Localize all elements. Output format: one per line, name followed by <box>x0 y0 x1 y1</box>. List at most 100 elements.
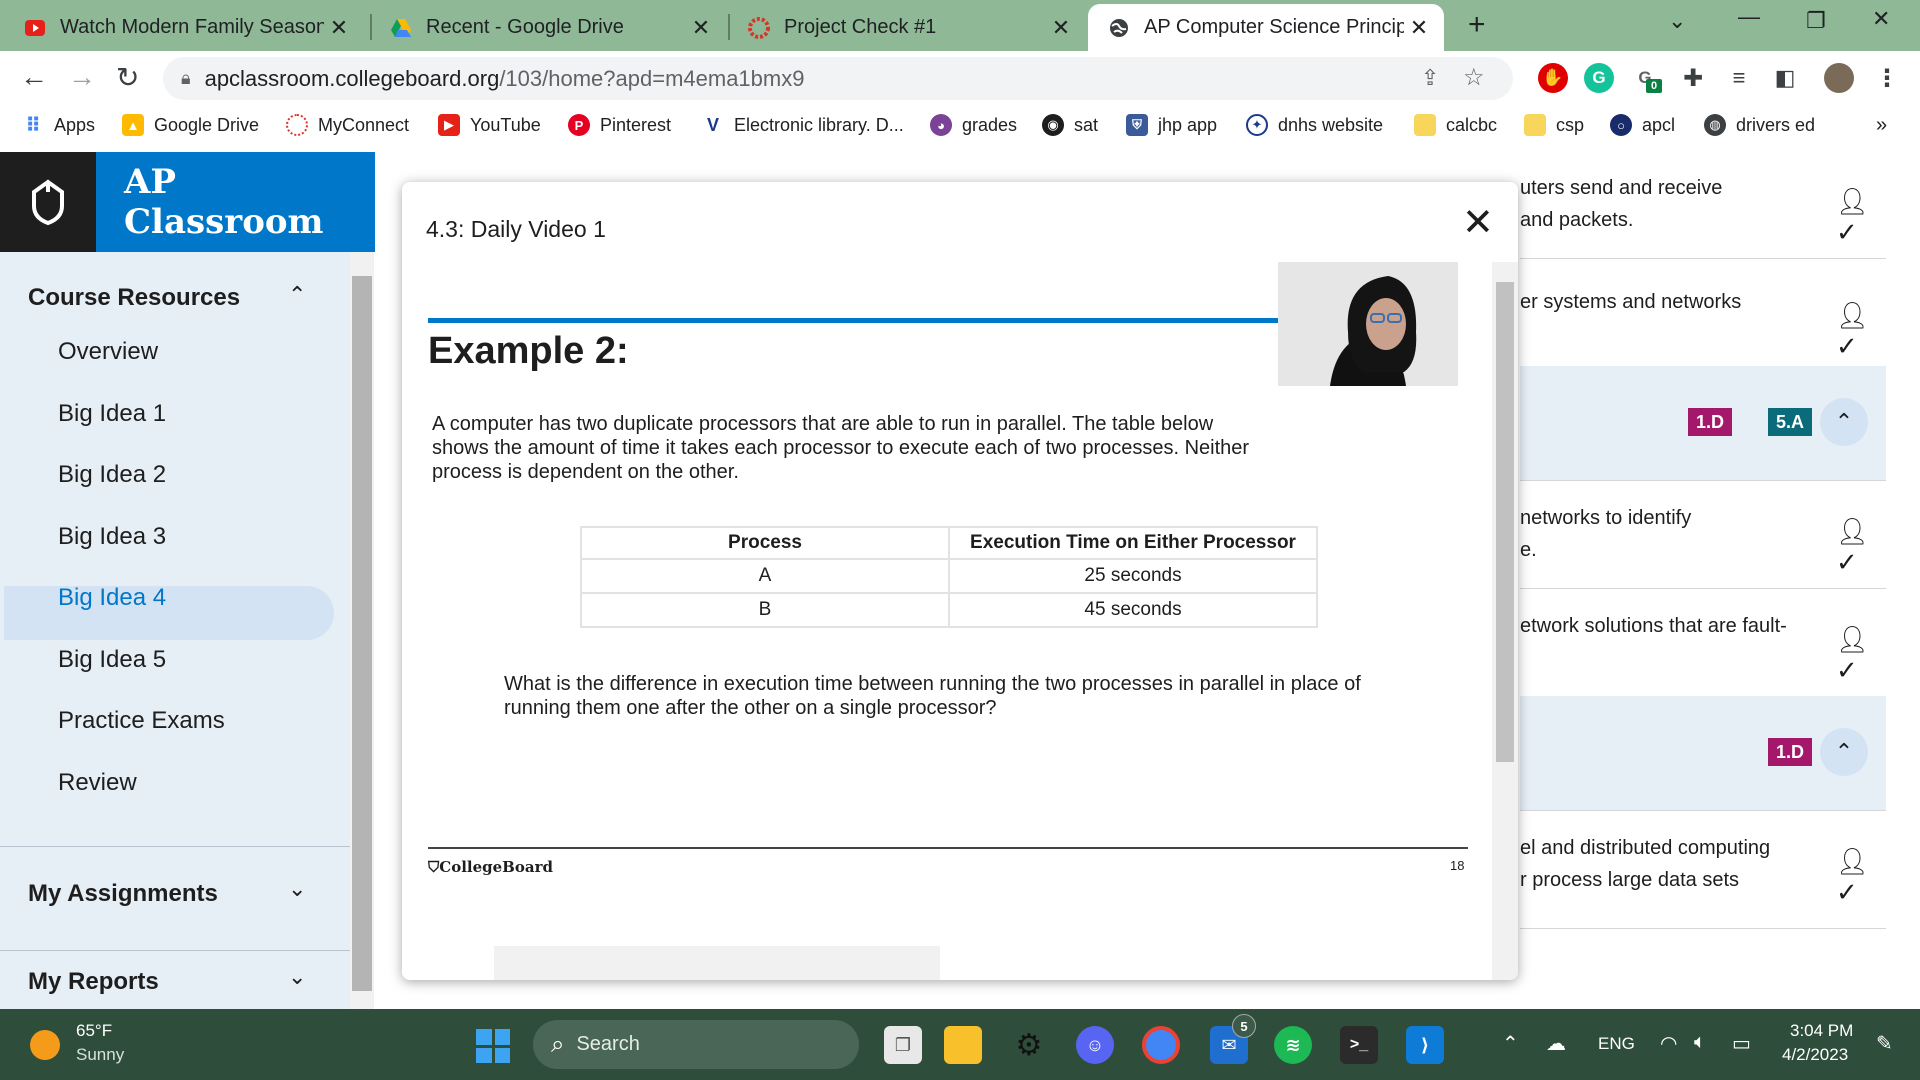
restore-icon[interactable]: ❐ <box>1806 8 1826 34</box>
clock-time[interactable]: 3:04 PM <box>1790 1021 1853 1041</box>
list-item[interactable]: er systems and networks 👤︎✓ <box>1520 258 1886 367</box>
new-tab-button[interactable]: + <box>1468 8 1486 42</box>
sidebar-item-review[interactable]: Review <box>58 769 137 797</box>
adblock-extension-icon[interactable]: ✋ <box>1538 63 1568 93</box>
bookmark-sat[interactable]: ◉ sat <box>1042 114 1098 136</box>
assign-student-icon[interactable]: 👤︎✓ <box>1836 624 1886 686</box>
sidebar-item-big-idea-3[interactable]: Big Idea 3 <box>58 523 166 551</box>
reading-list-icon[interactable]: ≡ <box>1724 63 1754 93</box>
list-item[interactable]: etwork solutions that are fault- 👤︎✓ <box>1520 588 1886 697</box>
assign-student-icon[interactable]: 👤︎✓ <box>1836 300 1886 362</box>
my-reports-heading[interactable]: My Reports <box>28 968 159 996</box>
bookmark-myconnect[interactable]: MyConnect <box>286 114 409 136</box>
bookmark-apps[interactable]: ⠿ Apps <box>22 114 95 137</box>
sidebar-item-practice-exams[interactable]: Practice Exams <box>58 707 225 735</box>
share-icon[interactable]: ⇪ <box>1421 65 1439 91</box>
extension-badge: 0 <box>1646 79 1662 93</box>
google-extension-icon[interactable]: G0 <box>1630 63 1662 93</box>
forward-arrow-icon[interactable]: → <box>68 61 96 93</box>
reload-icon[interactable]: ↻ <box>116 61 139 94</box>
course-resources-heading[interactable]: Course Resources <box>28 284 240 312</box>
bookmark-csp[interactable]: csp <box>1524 114 1584 136</box>
tab-ap-csp[interactable]: AP Computer Science Principles | ✕ <box>1088 4 1444 51</box>
terminal-icon[interactable]: >_ <box>1340 1026 1378 1064</box>
bookmark-jhp-app[interactable]: ⛨ jhp app <box>1126 114 1217 136</box>
more-bookmarks-button[interactable]: » <box>1876 114 1887 137</box>
bookmark-youtube[interactable]: ▶ YouTube <box>438 114 541 136</box>
notification-icon[interactable]: ✎ <box>1876 1031 1893 1056</box>
lock-icon: 🔒︎ <box>181 68 191 88</box>
clock-date[interactable]: 4/2/2023 <box>1782 1045 1848 1065</box>
tab-modern-family[interactable]: Watch Modern Family Season 7 E ✕ <box>4 4 364 51</box>
minimize-icon[interactable]: — <box>1738 4 1760 30</box>
list-item[interactable]: el and distributed computing r process l… <box>1520 810 1886 929</box>
chevron-down-icon[interactable]: ⌄ <box>288 964 306 990</box>
collapse-chevron-icon[interactable]: ⌃ <box>1820 728 1868 776</box>
chevron-up-icon[interactable]: ⌃ <box>288 282 306 308</box>
list-item-header[interactable]: 1.D ⌃ <box>1520 696 1886 811</box>
file-explorer-icon[interactable] <box>944 1026 982 1064</box>
onedrive-cloud-icon[interactable]: ☁ <box>1546 1031 1566 1056</box>
list-item[interactable]: networks to identify e. 👤︎✓ <box>1520 480 1886 589</box>
bookmark-drivers-ed[interactable]: ◍ drivers ed <box>1704 114 1815 136</box>
vscode-icon[interactable]: ⟩ <box>1406 1026 1444 1064</box>
chevron-down-icon[interactable]: ⌄ <box>288 876 306 902</box>
grammarly-extension-icon[interactable]: G <box>1584 63 1614 93</box>
close-icon[interactable]: ✕ <box>1462 204 1494 242</box>
collapse-chevron-icon[interactable]: ⌃ <box>1820 398 1868 446</box>
bookmark-apcl[interactable]: ○ apcl <box>1610 114 1675 136</box>
taskbar-search[interactable]: ⌕ Search <box>533 1020 859 1069</box>
close-tab-icon[interactable]: ✕ <box>324 15 354 41</box>
profile-avatar[interactable] <box>1824 63 1854 93</box>
bookmark-google-drive[interactable]: ▲ Google Drive <box>122 114 259 136</box>
sidebar-item-big-idea-1[interactable]: Big Idea 1 <box>58 400 166 428</box>
tab-project-check[interactable]: Project Check #1 ✕ <box>728 4 1086 51</box>
prev-video-card[interactable] <box>494 946 940 980</box>
chrome-icon[interactable] <box>1142 1026 1180 1064</box>
ap-classroom-logo[interactable]: AP Classroom <box>0 152 375 252</box>
bookmark-electronic-library[interactable]: V Electronic library. D... <box>702 114 904 136</box>
assign-student-icon[interactable]: 👤︎✓ <box>1836 186 1886 248</box>
bookmark-grades[interactable]: ◕ grades <box>930 114 1017 136</box>
battery-icon[interactable]: ▭ <box>1732 1031 1751 1056</box>
assign-student-icon[interactable]: 👤︎✓ <box>1836 516 1886 578</box>
settings-gear-icon[interactable]: ⚙ <box>1010 1026 1048 1064</box>
bookmark-star-icon[interactable]: ☆ <box>1463 63 1485 92</box>
mail-icon[interactable]: ✉ 5 <box>1210 1014 1256 1064</box>
volume-icon[interactable]: 🔈︎ <box>1694 1031 1706 1054</box>
sidebar-item-big-idea-2[interactable]: Big Idea 2 <box>58 461 166 489</box>
weather-temp[interactable]: 65°F <box>76 1021 112 1041</box>
bookmark-calcbc[interactable]: calcbc <box>1414 114 1497 136</box>
spotify-icon[interactable]: ≋ <box>1274 1026 1312 1064</box>
close-tab-icon[interactable]: ✕ <box>686 15 716 41</box>
modal-scrollbar-thumb[interactable] <box>1496 282 1514 762</box>
show-hidden-icons-chevron-icon[interactable]: ⌃ <box>1502 1031 1519 1056</box>
extensions-puzzle-icon[interactable]: ✚ <box>1678 63 1708 93</box>
wifi-icon[interactable]: ◠ <box>1660 1031 1677 1056</box>
bookmark-pinterest[interactable]: P Pinterest <box>568 114 671 136</box>
tab-google-drive[interactable]: Recent - Google Drive ✕ <box>370 4 726 51</box>
chrome-menu-icon[interactable]: ⋮ <box>1872 63 1902 93</box>
discord-icon[interactable]: ☺ <box>1076 1026 1114 1064</box>
task-view-icon[interactable]: ❐ <box>884 1026 922 1064</box>
assign-student-icon[interactable]: 👤︎✓ <box>1836 846 1886 908</box>
side-panel-icon[interactable]: ◧ <box>1770 63 1800 93</box>
tab-search-chevron-icon[interactable]: ⌄ <box>1668 8 1686 34</box>
close-tab-icon[interactable]: ✕ <box>1046 15 1076 41</box>
sidebar-item-big-idea-5[interactable]: Big Idea 5 <box>58 646 166 674</box>
sidebar-item-overview[interactable]: Overview <box>58 338 158 366</box>
video-player[interactable]: Example 2: A computer has two duplicate … <box>402 262 1492 980</box>
list-item-header[interactable]: 1.D 5.A ⌃ <box>1520 366 1886 481</box>
windows-start-icon[interactable] <box>476 1029 510 1063</box>
close-tab-icon[interactable]: ✕ <box>1404 15 1434 41</box>
weather-desc[interactable]: Sunny <box>76 1045 124 1065</box>
sidebar-item-big-idea-4[interactable]: Big Idea 4 <box>58 584 166 612</box>
list-item[interactable]: uters send and receive and packets. 👤︎✓ <box>1520 152 1886 259</box>
bookmark-dnhs-website[interactable]: ✦ dnhs website <box>1246 114 1383 136</box>
address-bar[interactable]: 🔒︎ apclassroom.collegeboard.org/103/home… <box>163 57 1513 100</box>
language-indicator[interactable]: ENG <box>1598 1034 1635 1054</box>
my-assignments-heading[interactable]: My Assignments <box>28 880 218 908</box>
close-window-icon[interactable]: ✕ <box>1872 6 1890 32</box>
back-arrow-icon[interactable]: ← <box>20 61 48 93</box>
sidebar-scrollbar-thumb[interactable] <box>352 276 372 991</box>
